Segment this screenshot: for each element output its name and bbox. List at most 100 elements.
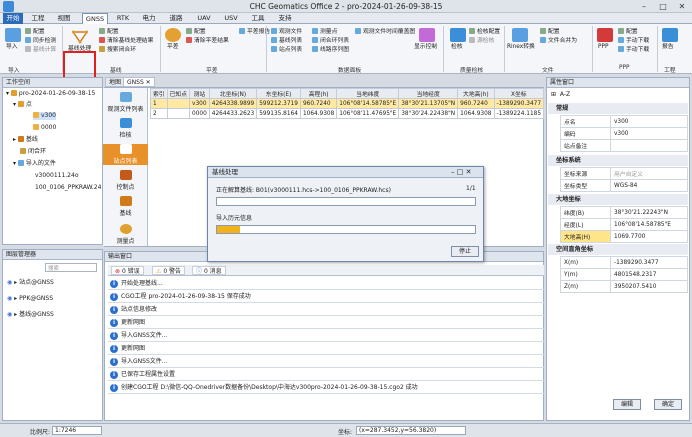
display-ctrl-button[interactable]: 显示控制 [414, 44, 437, 51]
baseline-process-button[interactable]: 基线处理 [68, 46, 91, 53]
tree-point-v300[interactable]: v300 [33, 112, 57, 120]
tab-gnss[interactable]: GNSS ✕ [123, 77, 155, 87]
stop-button[interactable]: 停止 [451, 246, 479, 257]
layer-search-input[interactable]: 搜索 [45, 263, 97, 272]
tree-points[interactable]: ▾ 点 [13, 101, 32, 109]
menu-start[interactable]: 开始 [3, 13, 23, 24]
eye-icon[interactable]: ◉ [7, 311, 12, 318]
menu-uav[interactable]: UAV [193, 13, 215, 24]
minimize-button[interactable]: – [636, 1, 652, 12]
close-button[interactable]: ✕ [674, 1, 690, 12]
messages-filter[interactable]: ⓘ 0 消息 [192, 266, 226, 275]
scale-select[interactable]: 1:7246 [52, 426, 102, 435]
errors-filter[interactable]: ⊗ 0 错误 [111, 266, 144, 275]
prop-value[interactable]: 3950207.5410 [610, 280, 688, 293]
tree-point-0000[interactable]: 0000 [33, 124, 56, 132]
file-merge-button[interactable]: 文件合并为 [540, 37, 577, 45]
col-header[interactable]: 北坐标(N) [208, 88, 258, 99]
menu-project[interactable]: 工程 [27, 13, 49, 24]
col-header[interactable]: X坐标 [493, 88, 545, 99]
dialog-window-buttons[interactable]: – □ ✕ [451, 168, 471, 176]
clear-baseline-button[interactable]: 清除基线处理结果 [99, 37, 153, 45]
sync-check-button[interactable]: 同步检测 [25, 37, 56, 45]
vtool-obs-list[interactable]: 观测文件列表 [103, 92, 148, 113]
tree-imported[interactable]: ▾ 导入的文件 [13, 160, 56, 168]
col-header[interactable]: 索引 [150, 88, 168, 99]
auto-download-button[interactable]: 手动下载 [618, 46, 649, 54]
output-line[interactable]: i CGO工程 pro-2024-01-26-09-38-15 保存成功 [108, 291, 544, 303]
prop-value[interactable]: -1389290.3477 [610, 256, 688, 269]
ok-button[interactable]: 确定 [654, 399, 682, 410]
eye-icon[interactable]: ◉ [7, 279, 12, 286]
vtool-control-pts[interactable]: 控制点 [103, 170, 148, 191]
obs-time-button[interactable]: 观测文件时间覆盖图 [355, 28, 415, 36]
layer-station[interactable]: ◉ ▸ 站点@GNSS [7, 279, 54, 287]
file-config-button[interactable]: 配置 [540, 28, 560, 36]
edit-button[interactable]: 编辑 [613, 399, 641, 410]
output-line[interactable]: i 更新网图 [108, 343, 544, 355]
layer-ppk[interactable]: ◉ ▸ PPK@GNSS [7, 295, 53, 303]
adjust-button[interactable]: 平差 [167, 44, 179, 51]
warnings-filter[interactable]: ⚠ 0 警告 [152, 266, 186, 275]
manual-download-button[interactable]: 手动下载 [618, 37, 649, 45]
output-line[interactable]: i 导入GNSS文件... [108, 356, 544, 368]
vtool-measure-pts[interactable]: 测量点 [103, 224, 148, 245]
static-calc-button[interactable]: 基线计算 [25, 46, 56, 54]
prop-value[interactable]: WGS-84 [610, 179, 688, 192]
menu-rtk[interactable]: RTK [112, 13, 134, 24]
adj-config-button[interactable]: 配置 [186, 28, 206, 36]
prop-group-xyz[interactable]: 空间直角坐标 [548, 244, 688, 255]
col-header[interactable]: 大地高(h) [457, 88, 495, 99]
tree-loop[interactable]: 闭合环 [20, 148, 46, 156]
prop-value[interactable]: v300 [610, 115, 688, 128]
rinex-button[interactable]: Rinex转换 [507, 44, 535, 51]
col-header[interactable]: 已知点 [166, 88, 191, 99]
tab-map[interactable]: 地图 [105, 77, 126, 87]
output-line[interactable]: i 更新网图 [108, 317, 544, 329]
ppp-button[interactable]: PPP [598, 44, 609, 51]
report-button[interactable]: 报告 [662, 44, 674, 51]
prop-value[interactable]: 用户自定义 [610, 167, 688, 180]
output-line[interactable]: i 开始处理基线... [108, 278, 544, 290]
ppp-config-button[interactable]: 配置 [618, 28, 638, 36]
prop-value[interactable] [610, 139, 688, 152]
col-header[interactable]: 测站 [189, 88, 210, 99]
table-row[interactable]: 2 0000 4264433.2623 599135.8164 1064.9308 106… [150, 108, 545, 119]
route-list-button[interactable]: 线路序列图 [312, 46, 349, 54]
search-loop-button[interactable]: 搜索闭合环 [99, 46, 136, 54]
tree-file-2[interactable]: 100_0106_PPKRAW.24 [35, 184, 101, 192]
menu-road[interactable]: 道路 [165, 13, 187, 24]
vtool-baseline[interactable]: 基线 [103, 196, 148, 217]
sort-buttons[interactable]: ⊞ A-Z [551, 91, 570, 98]
view-files-button[interactable]: 观测文件 [271, 28, 302, 36]
baseline-list-button[interactable]: 基线列表 [271, 37, 302, 45]
col-header[interactable]: 当地纬度 [336, 88, 400, 99]
tree-baseline[interactable]: ▸ 基线 [13, 136, 38, 144]
menu-power[interactable]: 电力 [138, 13, 160, 24]
maximize-button[interactable]: □ [655, 1, 671, 12]
col-header[interactable]: 高程(h) [299, 88, 338, 99]
vtool-check[interactable]: 检核 [103, 118, 148, 139]
check-button[interactable]: 检核 [451, 44, 463, 51]
menu-gnss[interactable]: GNSS [82, 13, 108, 24]
prop-value[interactable]: 4801548.2317 [610, 268, 688, 281]
output-line[interactable]: i 已保存工程属性设置 [108, 369, 544, 381]
prop-value[interactable]: v300 [610, 127, 688, 140]
station-list-button[interactable]: 站点列表 [271, 46, 302, 54]
menu-support[interactable]: 支持 [274, 13, 296, 24]
measure-pts-button[interactable]: 测量点 [312, 28, 337, 36]
col-header[interactable]: 当地经度 [398, 88, 459, 99]
loop-list-button[interactable]: 闭合环列表 [312, 37, 349, 45]
col-header[interactable]: 东坐标(E) [256, 88, 301, 99]
source-check-button[interactable]: 源检核 [469, 37, 494, 45]
prop-group-geodetic[interactable]: 大地坐标 [548, 194, 688, 205]
output-line[interactable]: i 站点信息修改 [108, 304, 544, 316]
clear-adj-button[interactable]: 清除平差结果 [186, 37, 229, 45]
vtool-station-list[interactable]: 站点列表 [103, 144, 148, 165]
tree-project[interactable]: ▾ pro-2024-01-26-09-38-15 [6, 90, 95, 98]
table-row[interactable]: 1 v300 4264338.9899 599212.3719 960.7240 106°… [150, 98, 545, 109]
prop-value[interactable]: 106°08'14.58785"E [610, 218, 688, 231]
import-button[interactable]: 导入 [6, 44, 18, 51]
config-button[interactable]: 配置 [25, 28, 45, 36]
prop-group-coord[interactable]: 坐标系统 [548, 155, 688, 166]
